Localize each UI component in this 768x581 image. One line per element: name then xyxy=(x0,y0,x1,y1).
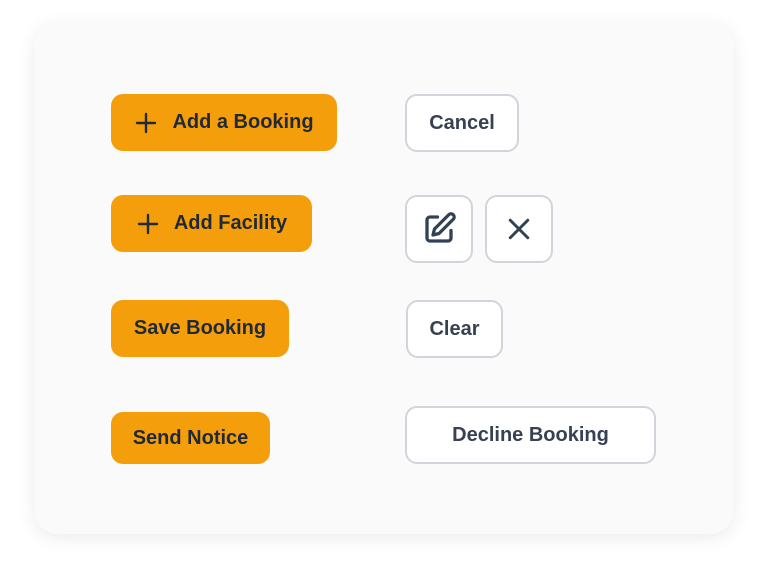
add-facility-label: Add Facility xyxy=(173,212,288,234)
add-booking-button[interactable]: Add a Booking xyxy=(111,94,337,151)
cancel-label: Cancel xyxy=(429,111,495,134)
plus-icon xyxy=(136,212,160,236)
close-icon xyxy=(504,214,534,244)
cancel-button[interactable]: Cancel xyxy=(405,94,519,152)
close-button[interactable] xyxy=(485,195,553,263)
add-facility-button[interactable]: Add Facility xyxy=(111,195,312,252)
clear-button[interactable]: Clear xyxy=(406,300,503,358)
plus-icon xyxy=(134,111,158,135)
save-booking-button[interactable]: Save Booking xyxy=(111,300,289,357)
send-notice-label: Send Notice xyxy=(132,426,249,449)
send-notice-button[interactable]: Send Notice xyxy=(111,412,270,464)
add-booking-label: Add a Booking xyxy=(172,111,314,133)
edit-icon xyxy=(421,211,457,247)
decline-booking-button[interactable]: Decline Booking xyxy=(405,406,656,464)
edit-button[interactable] xyxy=(405,195,473,263)
clear-label: Clear xyxy=(429,317,480,340)
decline-booking-label: Decline Booking xyxy=(452,423,609,446)
save-booking-label: Save Booking xyxy=(133,317,267,339)
